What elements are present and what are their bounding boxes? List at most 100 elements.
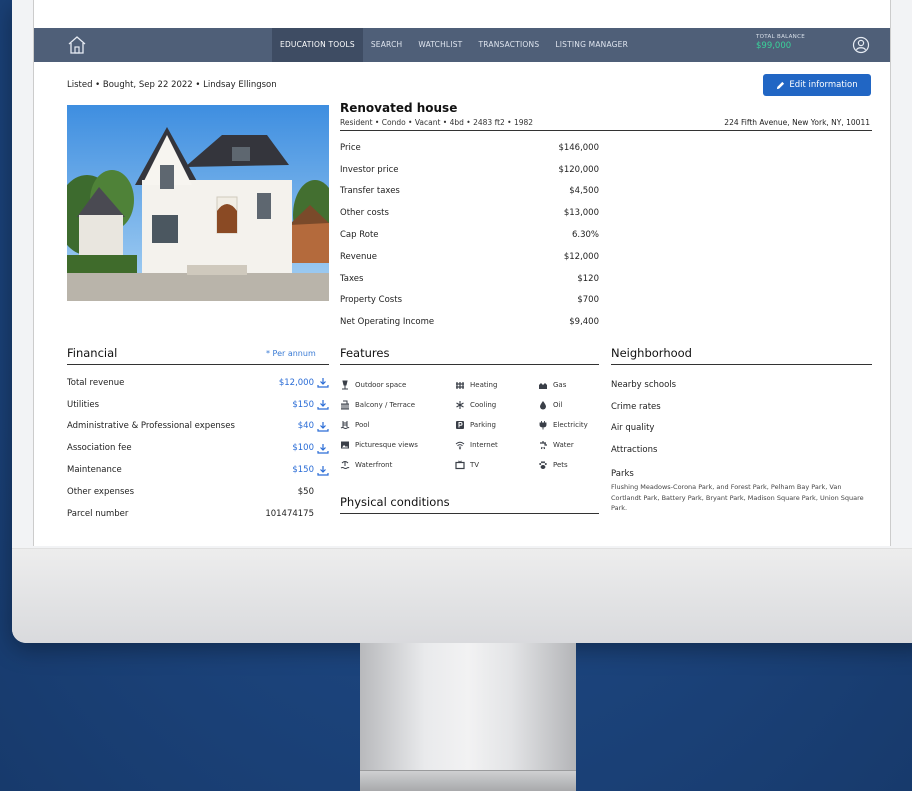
nav-search[interactable]: SEARCH <box>363 28 411 62</box>
feature-item: Oil <box>538 395 588 415</box>
feature-item: Balcony / Terrace <box>340 395 418 415</box>
financial-value: $12,000 <box>279 377 329 388</box>
price-value: $120,000 <box>558 164 599 175</box>
app-screen: EDUCATION TOOLS SEARCH WATCHLIST TRANSAC… <box>33 0 891 546</box>
price-row: Property Costs $700 <box>340 290 599 312</box>
nav-listing-manager[interactable]: LISTING MANAGER <box>547 28 636 62</box>
download-icon[interactable] <box>317 421 329 432</box>
feature-label: TV <box>470 461 480 469</box>
financial-value: $40 <box>298 421 329 432</box>
features-column: Heating Cooling Parking Internet TV <box>455 375 498 475</box>
financial-label: Administrative & Professional expenses <box>67 421 235 432</box>
pencil-icon <box>777 81 785 89</box>
nav-menu: EDUCATION TOOLS SEARCH WATCHLIST TRANSAC… <box>272 28 636 62</box>
price-row: Revenue $12,000 <box>340 246 599 268</box>
heating-icon <box>455 380 465 390</box>
price-row: Other costs $13,000 <box>340 202 599 224</box>
price-label: Cap Rote <box>340 230 379 241</box>
financial-label: Other expenses <box>67 486 135 497</box>
user-avatar-icon[interactable] <box>852 36 870 54</box>
feature-item: Picturesque views <box>340 435 418 455</box>
neighborhood-item-schools[interactable]: Nearby schools <box>611 374 676 396</box>
feature-label: Parking <box>470 421 496 429</box>
balance-label: TOTAL BALANCE <box>756 34 806 40</box>
neighborhood-list: Nearby schools Crime rates Air quality A… <box>611 374 676 461</box>
faucet-icon <box>538 440 548 450</box>
features-column: Outdoor space Balcony / Terrace Pool Pic… <box>340 375 418 475</box>
table-row: Administrative & Professional expenses $4… <box>67 416 329 438</box>
download-icon[interactable] <box>317 399 329 410</box>
price-value: $12,000 <box>563 251 599 262</box>
nav-transactions[interactable]: TRANSACTIONS <box>470 28 547 62</box>
features-divider <box>340 364 599 365</box>
download-icon[interactable] <box>317 443 329 454</box>
feature-label: Pool <box>355 421 370 429</box>
feature-label: Waterfront <box>355 461 393 469</box>
plug-icon <box>538 420 548 430</box>
feature-item: Cooling <box>455 395 498 415</box>
financial-value: 101474175 <box>265 509 329 519</box>
financial-amount: $12,000 <box>278 377 314 388</box>
download-icon[interactable] <box>317 377 329 388</box>
feature-label: Gas <box>553 381 567 389</box>
price-row: Cap Rote 6.30% <box>340 224 599 246</box>
feature-item: Electricity <box>538 415 588 435</box>
listing-status: Listed • Bought, Sep 22 2022 • Lindsay E… <box>67 80 277 90</box>
price-label: Price <box>340 142 361 153</box>
financial-value: $150 <box>292 465 329 476</box>
total-balance: TOTAL BALANCE $99,000 <box>756 34 805 51</box>
edit-information-button[interactable]: Edit information <box>763 74 871 96</box>
feature-item: Waterfront <box>340 455 418 475</box>
parks-description: Flushing Meadows-Corona Park, and Forest… <box>611 483 864 512</box>
paw-icon <box>538 460 548 470</box>
financial-label: Parcel number <box>67 508 129 519</box>
financial-amount: 101474175 <box>265 508 314 519</box>
price-value: $700 <box>577 295 599 306</box>
feature-label: Internet <box>470 441 498 449</box>
table-row: Association fee $100 <box>67 437 329 459</box>
price-label: Taxes <box>340 273 364 284</box>
price-value: $13,000 <box>563 208 599 219</box>
price-value: 6.30% <box>571 230 599 241</box>
financial-label: Maintenance <box>67 465 122 476</box>
price-value: $146,000 <box>558 142 599 153</box>
price-row: Net Operating Income $9,400 <box>340 311 599 333</box>
feature-label: Electricity <box>553 421 588 429</box>
feature-label: Water <box>553 441 574 449</box>
feature-item: TV <box>455 455 498 475</box>
download-icon[interactable] <box>317 465 329 476</box>
monitor-stand <box>360 643 576 791</box>
feature-item: Gas <box>538 375 588 395</box>
feature-item: Pets <box>538 455 588 475</box>
wifi-icon <box>455 440 465 450</box>
feature-label: Balcony / Terrace <box>355 401 416 409</box>
financial-amount: $100 <box>292 443 314 454</box>
feature-label: Pets <box>553 461 568 469</box>
financial-amount: $150 <box>292 465 314 476</box>
property-address: 224 Fifth Avenue, New York, NY, 10011 <box>724 118 870 127</box>
home-icon[interactable] <box>67 35 87 55</box>
feature-label: Cooling <box>470 401 497 409</box>
table-row: Total revenue $12,000 <box>67 372 329 394</box>
feature-item: Pool <box>340 415 418 435</box>
feature-item: Water <box>538 435 588 455</box>
gas-icon <box>538 380 548 390</box>
price-value: $9,400 <box>569 317 599 328</box>
neighborhood-item-attractions[interactable]: Attractions <box>611 439 676 461</box>
property-photo <box>67 105 329 301</box>
feature-label: Outdoor space <box>355 381 407 389</box>
balcony-icon <box>340 400 350 410</box>
nav-education-tools[interactable]: EDUCATION TOOLS <box>272 28 363 62</box>
neighborhood-item-air-quality[interactable]: Air quality <box>611 418 676 440</box>
price-label: Transfer taxes <box>340 186 400 197</box>
financial-table: Total revenue $12,000 Utilities $150 Admin… <box>67 372 329 525</box>
physical-conditions-title: Physical conditions <box>340 495 450 509</box>
price-label: Investor price <box>340 164 399 175</box>
financial-divider <box>67 364 329 365</box>
price-label: Net Operating Income <box>340 317 435 328</box>
neighborhood-item-crime[interactable]: Crime rates <box>611 396 676 418</box>
price-row: Taxes $120 <box>340 268 599 290</box>
nav-watchlist[interactable]: WATCHLIST <box>410 28 470 62</box>
table-row: Utilities $150 <box>67 394 329 416</box>
physical-divider <box>340 513 599 514</box>
